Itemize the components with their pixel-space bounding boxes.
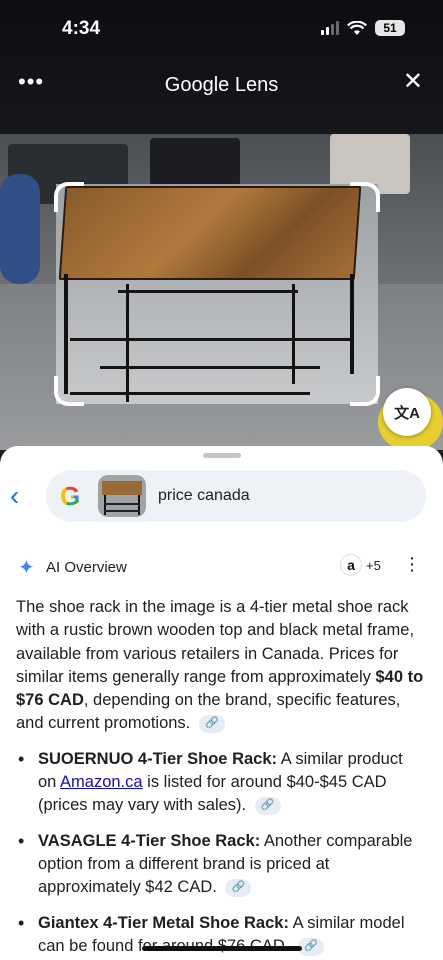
back-chevron-icon[interactable]: ‹ [10, 480, 36, 512]
crop-handle-top-right[interactable] [350, 182, 380, 212]
status-time: 4:34 [62, 18, 101, 39]
results-sheet: ‹ G price canada ✦ AI Overview a +5 ⋮ Th… [0, 446, 443, 960]
crop-handle-bottom-left[interactable] [54, 376, 84, 406]
battery-indicator: 51 [375, 20, 405, 36]
rack-leg [350, 274, 354, 374]
background-object [150, 138, 240, 186]
list-item: SUOERNUO 4-Tier Shoe Rack: A similar pro… [16, 748, 424, 818]
camera-image[interactable]: 文A [0, 134, 443, 450]
crop-handle-bottom-right[interactable] [350, 376, 380, 406]
rack-leg [126, 284, 129, 402]
search-query[interactable]: price canada [158, 487, 250, 505]
status-icons: 51 [321, 20, 405, 36]
more-vert-icon[interactable]: ⋮ [403, 554, 421, 575]
cellular-signal-icon [321, 21, 339, 35]
link-icon[interactable]: 🔗 [254, 797, 281, 816]
sources-count: +5 [366, 557, 381, 573]
rack-shelf [70, 392, 310, 395]
link-icon[interactable]: 🔗 [225, 878, 252, 897]
link-icon[interactable]: 🔗 [198, 715, 225, 734]
ai-summary: The shoe rack in the image is a 4-tier m… [16, 598, 424, 734]
query-thumbnail[interactable] [98, 475, 146, 517]
crop-handle-top-left[interactable] [54, 182, 84, 212]
lens-header: ••• Google Lens ✕ [0, 62, 443, 108]
rack-leg [292, 284, 295, 384]
rack-shelf [118, 290, 298, 293]
drag-handle[interactable] [203, 453, 241, 458]
sparkle-icon: ✦ [18, 556, 35, 579]
shoe-rack-top [58, 186, 362, 280]
amazon-logo-icon: a [340, 554, 362, 576]
google-logo-icon: G [60, 481, 88, 512]
background-object [0, 174, 40, 284]
result-list: SUOERNUO 4-Tier Shoe Rack: A similar pro… [16, 748, 424, 958]
ai-overview-body: The shoe rack in the image is a 4-tier m… [16, 596, 424, 960]
home-indicator[interactable] [142, 946, 302, 951]
translate-button[interactable]: 文A [383, 388, 431, 436]
amazon-link[interactable]: Amazon.ca [60, 773, 143, 791]
list-item: Giantex 4-Tier Metal Shoe Rack: A simila… [16, 912, 424, 959]
translate-icon: 文A [394, 404, 420, 422]
sources-button[interactable]: a +5 [340, 554, 381, 576]
close-icon[interactable]: ✕ [403, 70, 423, 94]
wifi-icon [347, 20, 367, 35]
page-title: Google Lens [164, 74, 279, 96]
rack-shelf [100, 366, 320, 369]
link-icon[interactable]: 🔗 [297, 937, 324, 956]
list-item: VASAGLE 4-Tier Shoe Rack: Another compar… [16, 830, 424, 900]
search-bar[interactable]: G price canada [46, 470, 426, 522]
rack-shelf [70, 338, 350, 341]
ai-overview-header: ✦ AI Overview a +5 ⋮ [18, 554, 423, 580]
ai-overview-label: AI Overview [46, 558, 127, 576]
top-bar: 4:34 51 ••• Google Lens ✕ [0, 0, 443, 134]
